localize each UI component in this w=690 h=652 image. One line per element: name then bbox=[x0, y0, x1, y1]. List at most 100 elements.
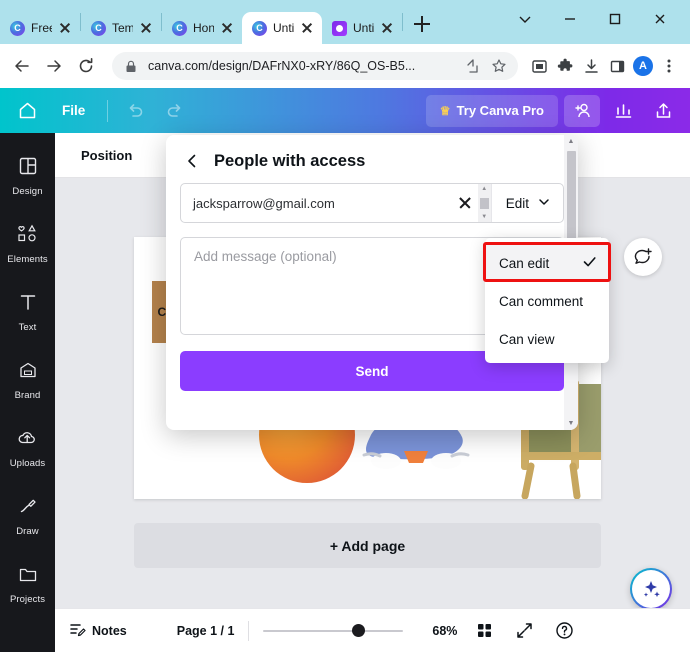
email-recipient-row: jacksparrow@gmail.com ▲ ▼ Edit bbox=[180, 183, 564, 223]
permission-option-can-edit[interactable]: Can edit bbox=[485, 244, 609, 282]
design-icon bbox=[18, 156, 38, 181]
download-icon[interactable] bbox=[578, 52, 604, 80]
sidebar-item-draw[interactable]: Draw bbox=[0, 483, 55, 549]
permission-dropdown-button[interactable]: Edit bbox=[490, 184, 563, 222]
canva-doc-icon bbox=[332, 20, 347, 36]
projects-icon bbox=[18, 564, 38, 589]
grid-view-icon[interactable] bbox=[471, 618, 497, 644]
notes-icon bbox=[69, 621, 86, 641]
maximize-button[interactable] bbox=[592, 4, 637, 34]
toolbar-divider bbox=[107, 99, 109, 122]
browser-tab-3[interactable]: C Hon bbox=[162, 12, 242, 44]
add-page-button[interactable]: + Add page bbox=[134, 523, 601, 568]
sidebar-item-label: Text bbox=[18, 321, 37, 333]
bookmark-star-icon[interactable] bbox=[490, 57, 508, 75]
sidebar-item-design[interactable]: Design bbox=[0, 143, 55, 209]
scrollbar-thumb[interactable] bbox=[479, 197, 489, 209]
browser-menu-icon[interactable] bbox=[656, 52, 682, 80]
try-canva-pro-button[interactable]: ♕ Try Canva Pro bbox=[425, 94, 558, 127]
sidebar-item-elements[interactable]: Elements bbox=[0, 211, 55, 277]
close-window-button[interactable] bbox=[637, 4, 682, 34]
notes-button[interactable]: Notes bbox=[69, 621, 127, 641]
browser-tab-4-active[interactable]: C Unti bbox=[242, 12, 322, 44]
canva-icon: C bbox=[10, 20, 25, 36]
file-menu-button[interactable]: File bbox=[50, 103, 97, 118]
sidebar-item-label: Uploads bbox=[9, 457, 46, 469]
minimize-button[interactable] bbox=[547, 4, 592, 34]
add-comment-icon[interactable] bbox=[624, 238, 662, 276]
url-text: canva.com/design/DAFrNX0-xRY/86Q_OS-B5..… bbox=[148, 59, 416, 73]
check-icon bbox=[582, 254, 597, 272]
upload-share-icon[interactable] bbox=[646, 94, 680, 128]
new-tab-button[interactable] bbox=[409, 11, 435, 37]
browser-tab-title: Tem bbox=[112, 21, 133, 35]
address-bar[interactable]: canva.com/design/DAFrNX0-xRY/86Q_OS-B5..… bbox=[112, 52, 518, 80]
permission-option-can-comment[interactable]: Can comment bbox=[485, 282, 609, 320]
zoom-slider-track bbox=[263, 629, 404, 632]
close-icon[interactable] bbox=[380, 21, 394, 35]
back-icon[interactable] bbox=[8, 52, 36, 80]
left-sidebar: Design Elements Text Brand Uploads Draw … bbox=[0, 133, 55, 652]
elements-icon bbox=[17, 224, 39, 249]
close-icon[interactable] bbox=[220, 21, 234, 35]
browser-tab-2[interactable]: C Tem bbox=[81, 12, 161, 44]
try-canva-pro-label: Try Canva Pro bbox=[456, 103, 544, 118]
reload-icon[interactable] bbox=[72, 52, 100, 80]
sidebar-item-text[interactable]: Text bbox=[0, 279, 55, 345]
scroll-up-icon[interactable]: ▲ bbox=[568, 138, 575, 145]
clear-icon[interactable] bbox=[452, 190, 478, 216]
scroll-down-icon[interactable]: ▼ bbox=[568, 420, 575, 427]
permission-option-label: Can view bbox=[499, 331, 555, 347]
sidebar-item-projects[interactable]: Projects bbox=[0, 551, 55, 617]
sidebar-item-brand[interactable]: Brand bbox=[0, 347, 55, 413]
permission-option-can-view[interactable]: Can view bbox=[485, 320, 609, 358]
permission-option-label: Can comment bbox=[499, 293, 584, 309]
fullscreen-icon[interactable] bbox=[511, 618, 537, 644]
zoom-slider[interactable] bbox=[263, 623, 404, 639]
position-button[interactable]: Position bbox=[81, 148, 132, 163]
sidebar-item-label: Design bbox=[12, 185, 43, 197]
canva-icon: C bbox=[91, 20, 106, 36]
browser-tab-1[interactable]: C Free bbox=[0, 12, 80, 44]
chevron-down-icon[interactable] bbox=[502, 4, 547, 34]
canva-icon: C bbox=[172, 20, 187, 36]
modal-header: People with access bbox=[166, 135, 578, 181]
forward-icon[interactable] bbox=[40, 52, 68, 80]
magic-assistant-button[interactable] bbox=[630, 568, 672, 610]
undo-icon[interactable] bbox=[118, 94, 152, 128]
modal-title: People with access bbox=[214, 151, 366, 170]
chevron-left-icon[interactable] bbox=[182, 151, 202, 171]
screenshot-icon[interactable] bbox=[526, 52, 552, 80]
zoom-level-label[interactable]: 68% bbox=[417, 624, 457, 638]
sidebar-item-uploads[interactable]: Uploads bbox=[0, 415, 55, 481]
chevron-down-icon bbox=[537, 195, 551, 212]
avatar-initial: A bbox=[633, 56, 653, 76]
page-indicator[interactable]: Page 1 / 1 bbox=[177, 624, 235, 638]
permission-option-label: Can edit bbox=[499, 255, 550, 271]
recipient-list-scrollbar[interactable]: ▲ ▼ bbox=[477, 184, 491, 222]
sidepanel-icon[interactable] bbox=[604, 52, 630, 80]
email-input[interactable]: jacksparrow@gmail.com bbox=[193, 196, 452, 211]
scroll-down-icon[interactable]: ▼ bbox=[481, 214, 487, 220]
home-icon[interactable] bbox=[10, 94, 44, 128]
sidebar-item-label: Draw bbox=[16, 525, 39, 537]
sidebar-item-label: Projects bbox=[9, 593, 46, 605]
uploads-icon bbox=[17, 428, 38, 453]
avatar[interactable]: A bbox=[630, 52, 656, 80]
help-icon[interactable] bbox=[551, 618, 577, 644]
canva-icon: C bbox=[252, 20, 267, 36]
close-icon[interactable] bbox=[300, 21, 314, 35]
share-icon[interactable] bbox=[464, 57, 482, 75]
browser-tab-title: Hon bbox=[193, 21, 214, 35]
close-icon[interactable] bbox=[58, 21, 72, 35]
browser-tab-5[interactable]: Unti bbox=[322, 12, 402, 44]
zoom-slider-handle[interactable] bbox=[351, 624, 365, 637]
close-icon[interactable] bbox=[139, 21, 153, 35]
share-people-button[interactable] bbox=[564, 94, 600, 127]
redo-icon[interactable] bbox=[158, 94, 192, 128]
crown-icon: ♕ bbox=[439, 103, 451, 118]
scroll-up-icon[interactable]: ▲ bbox=[481, 186, 487, 192]
insights-chart-icon[interactable] bbox=[606, 94, 640, 128]
browser-tabstrip: C Free C Tem C Hon C Unti Unti bbox=[0, 6, 435, 44]
extensions-puzzle-icon[interactable] bbox=[552, 52, 578, 80]
